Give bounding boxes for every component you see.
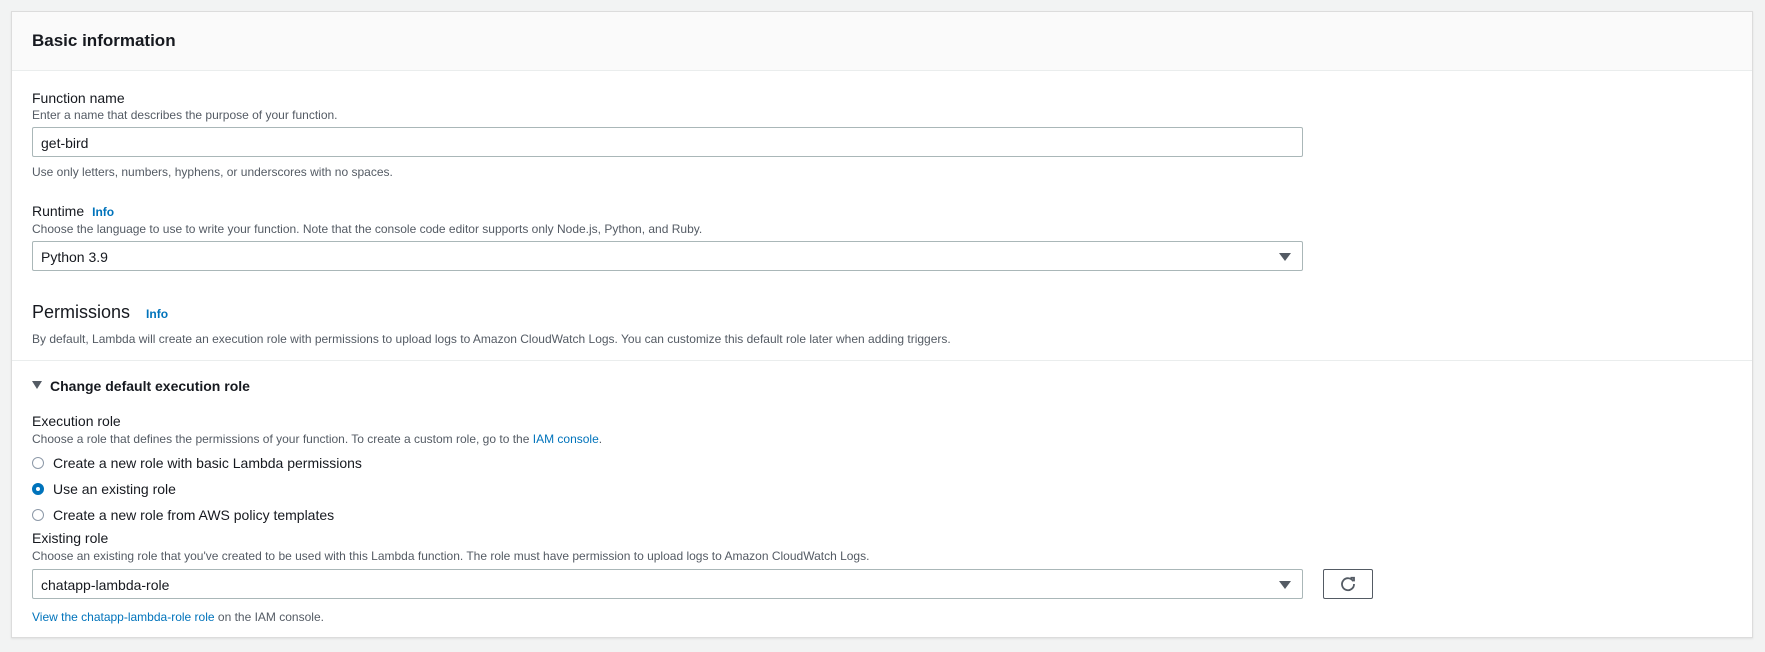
panel-header: Basic information [12, 12, 1752, 71]
function-name-description: Enter a name that describes the purpose … [32, 108, 338, 122]
caret-down-icon [1279, 253, 1291, 261]
function-name-label: Function name [32, 90, 125, 106]
runtime-selected-value: Python 3.9 [41, 249, 108, 265]
refresh-icon [1341, 576, 1355, 592]
radio-button[interactable] [32, 509, 44, 521]
function-name-value: get-bird [41, 135, 89, 151]
refresh-roles-button[interactable] [1323, 569, 1373, 599]
radio-create-basic-role[interactable]: Create a new role with basic Lambda perm… [32, 455, 362, 471]
runtime-select[interactable]: Python 3.9 [32, 241, 1303, 271]
existing-role-selected-value: chatapp-lambda-role [41, 577, 170, 593]
permissions-title: Permissions [32, 302, 131, 322]
permissions-description: By default, Lambda will create an execut… [32, 332, 951, 346]
iam-console-link[interactable]: IAM console [533, 432, 599, 446]
change-default-execution-role-toggle[interactable]: Change default execution role [32, 378, 250, 394]
function-name-hint: Use only letters, numbers, hyphens, or u… [32, 165, 393, 179]
radio-button-checked[interactable] [32, 483, 44, 495]
runtime-label-row: Runtime Info [32, 203, 114, 219]
view-role-row: View the chatapp-lambda-role role on the… [32, 610, 324, 624]
execution-role-description: Choose a role that defines the permissio… [32, 432, 602, 446]
execution-role-label: Execution role [32, 413, 121, 429]
execution-role-description-text: Choose a role that defines the permissio… [32, 432, 533, 446]
existing-role-label: Existing role [32, 530, 109, 546]
runtime-description: Choose the language to use to write your… [32, 222, 703, 236]
triangle-down-icon [32, 381, 42, 390]
radio-create-from-templates[interactable]: Create a new role from AWS policy templa… [32, 507, 334, 523]
execution-role-description-suffix: . [598, 432, 603, 446]
caret-down-icon [1279, 581, 1291, 589]
radio-label: Create a new role from AWS policy templa… [53, 507, 335, 523]
function-name-input[interactable]: get-bird [32, 127, 1303, 157]
permissions-heading: Permissions Info [32, 302, 168, 323]
panel-title: Basic information [32, 31, 176, 50]
view-role-link[interactable]: View the chatapp-lambda-role role [32, 610, 215, 624]
existing-role-description: Choose an existing role that you've crea… [32, 549, 870, 563]
radio-use-existing-role[interactable]: Use an existing role [32, 481, 176, 497]
expander-label: Change default execution role [50, 378, 250, 394]
divider [12, 360, 1752, 361]
runtime-info-link[interactable]: Info [92, 205, 114, 219]
runtime-label: Runtime [32, 203, 85, 219]
existing-role-select[interactable]: chatapp-lambda-role [32, 569, 1303, 599]
permissions-info-link[interactable]: Info [146, 307, 168, 321]
view-role-suffix: on the IAM console. [214, 610, 324, 624]
radio-label: Use an existing role [53, 481, 176, 497]
basic-information-panel: Basic information Function name Enter a … [11, 11, 1753, 638]
radio-button[interactable] [32, 457, 44, 469]
radio-label: Create a new role with basic Lambda perm… [53, 455, 362, 471]
